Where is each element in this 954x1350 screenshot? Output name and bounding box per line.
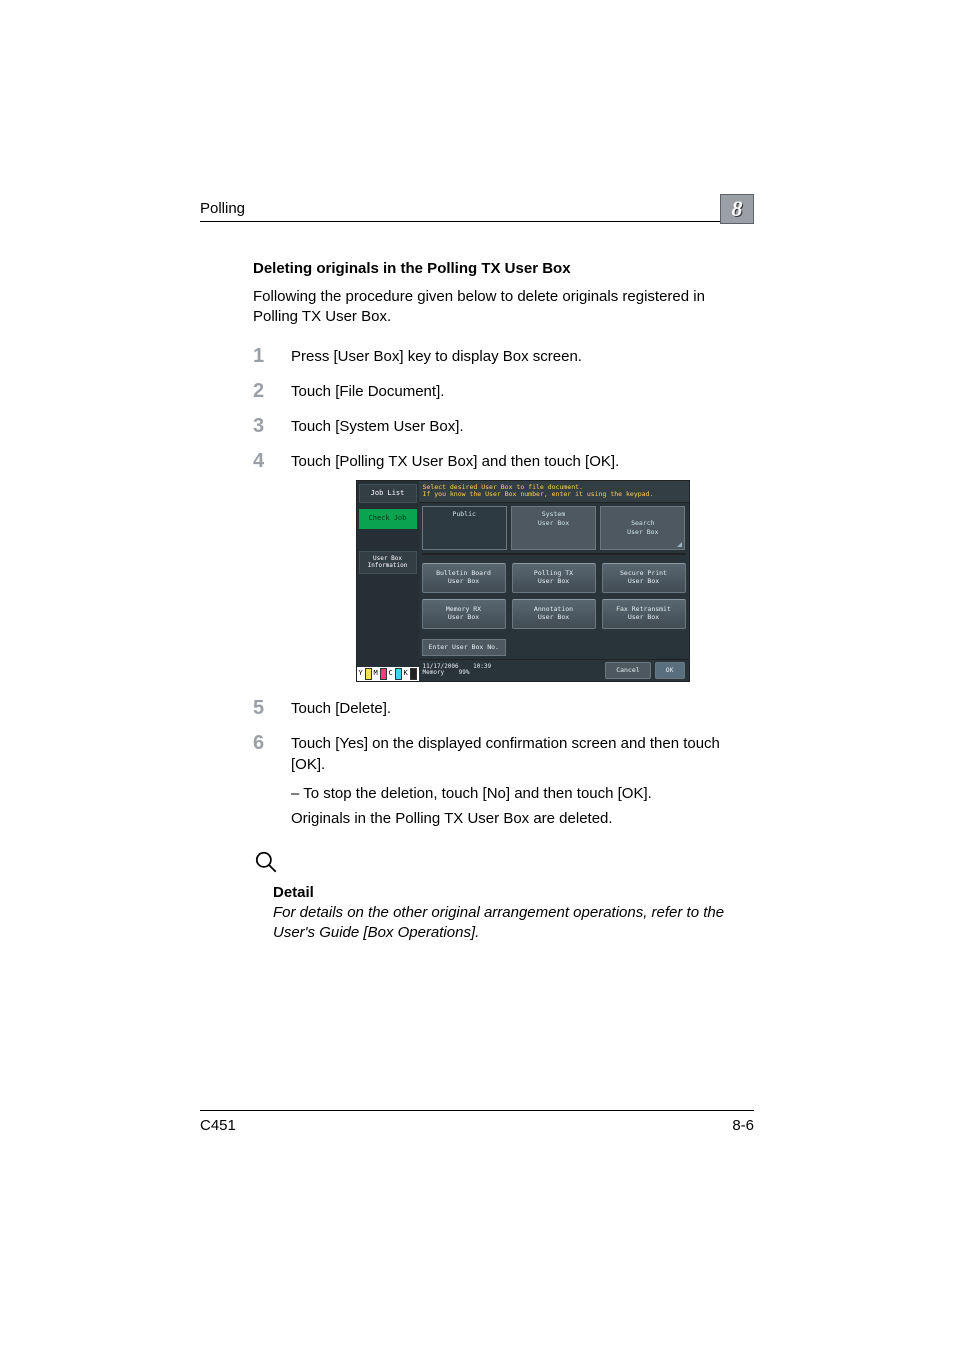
footer-page: 8-6 bbox=[732, 1117, 754, 1134]
toner-c-label: C bbox=[389, 669, 393, 679]
triangle-icon bbox=[677, 542, 682, 547]
check-job-tab[interactable]: Check Job bbox=[359, 509, 417, 529]
intro-paragraph: Following the procedure given below to d… bbox=[253, 287, 754, 328]
tab-public[interactable]: Public bbox=[422, 506, 507, 550]
toner-c-icon bbox=[395, 668, 402, 680]
fax-retransmit-user-box-button[interactable]: Fax Retransmit User Box bbox=[602, 599, 686, 629]
toner-k-label: K bbox=[404, 669, 408, 679]
step-1: Press [User Box] key to display Box scre… bbox=[253, 346, 754, 367]
tab-search-user-box[interactable]: Search User Box bbox=[600, 506, 685, 550]
ok-button[interactable]: OK bbox=[655, 662, 685, 679]
scr-memory-label: Memory bbox=[423, 669, 445, 676]
memory-rx-user-box-button[interactable]: Memory RX User Box bbox=[422, 599, 506, 629]
footer-model: C451 bbox=[200, 1117, 236, 1134]
divider bbox=[422, 553, 686, 555]
scr-memory-value: 99% bbox=[459, 669, 470, 676]
polling-tx-user-box-button[interactable]: Polling TX User Box bbox=[512, 563, 596, 593]
running-head: Polling bbox=[200, 200, 245, 217]
tab-search-label: Search User Box bbox=[627, 519, 658, 536]
toner-m-icon bbox=[380, 668, 387, 680]
chapter-badge: 8 bbox=[720, 194, 754, 224]
step-6-result: Originals in the Polling TX User Box are… bbox=[291, 808, 754, 829]
toner-status-bar: Y M C K bbox=[357, 667, 419, 681]
step-5: Touch [Delete]. bbox=[253, 698, 754, 719]
bulletin-board-user-box-button[interactable]: Bulletin Board User Box bbox=[422, 563, 506, 593]
detail-note: Detail For details on the other original… bbox=[253, 849, 754, 944]
step-6-sub-1: To stop the deletion, touch [No] and the… bbox=[291, 783, 754, 804]
job-list-tab[interactable]: Job List bbox=[359, 484, 417, 504]
cancel-button[interactable]: Cancel bbox=[605, 662, 650, 679]
scr-prompt: Select desired User Box to file document… bbox=[419, 481, 689, 504]
tab-system-user-box[interactable]: System User Box bbox=[511, 506, 596, 550]
detail-heading: Detail bbox=[273, 884, 754, 901]
user-box-information-tab[interactable]: User Box Information bbox=[359, 551, 417, 574]
step-2: Touch [File Document]. bbox=[253, 381, 754, 402]
toner-y-icon bbox=[365, 668, 372, 680]
device-screenshot: Job List Check Job User Box Information … bbox=[356, 480, 690, 682]
detail-body: For details on the other original arrang… bbox=[273, 903, 754, 944]
enter-user-box-no-button[interactable]: Enter User Box No. bbox=[422, 639, 506, 656]
secure-print-user-box-button[interactable]: Secure Print User Box bbox=[602, 563, 686, 593]
toner-m-label: M bbox=[374, 669, 378, 679]
step-6-sub-1-text: To stop the deletion, touch [No] and the… bbox=[303, 785, 652, 802]
annotation-user-box-button[interactable]: Annotation User Box bbox=[512, 599, 596, 629]
scr-datetime: 11/17/2006 10:39 Memory 99% bbox=[423, 664, 492, 677]
step-4-text: Touch [Polling TX User Box] and then tou… bbox=[291, 453, 619, 470]
scr-main-area: Select desired User Box to file document… bbox=[419, 481, 689, 681]
toner-k-icon bbox=[410, 668, 417, 680]
step-6-text: Touch [Yes] on the displayed confirmatio… bbox=[291, 735, 720, 773]
step-4: Touch [Polling TX User Box] and then tou… bbox=[253, 451, 754, 682]
magnifier-icon bbox=[253, 862, 279, 879]
step-6: Touch [Yes] on the displayed confirmatio… bbox=[253, 733, 754, 829]
scr-time: 10:39 bbox=[473, 663, 491, 670]
step-3: Touch [System User Box]. bbox=[253, 416, 754, 437]
ubi-line2: Information bbox=[368, 562, 408, 569]
scr-left-column: Job List Check Job User Box Information … bbox=[357, 481, 419, 681]
section-title: Deleting originals in the Polling TX Use… bbox=[253, 260, 754, 277]
toner-y-label: Y bbox=[359, 669, 363, 679]
